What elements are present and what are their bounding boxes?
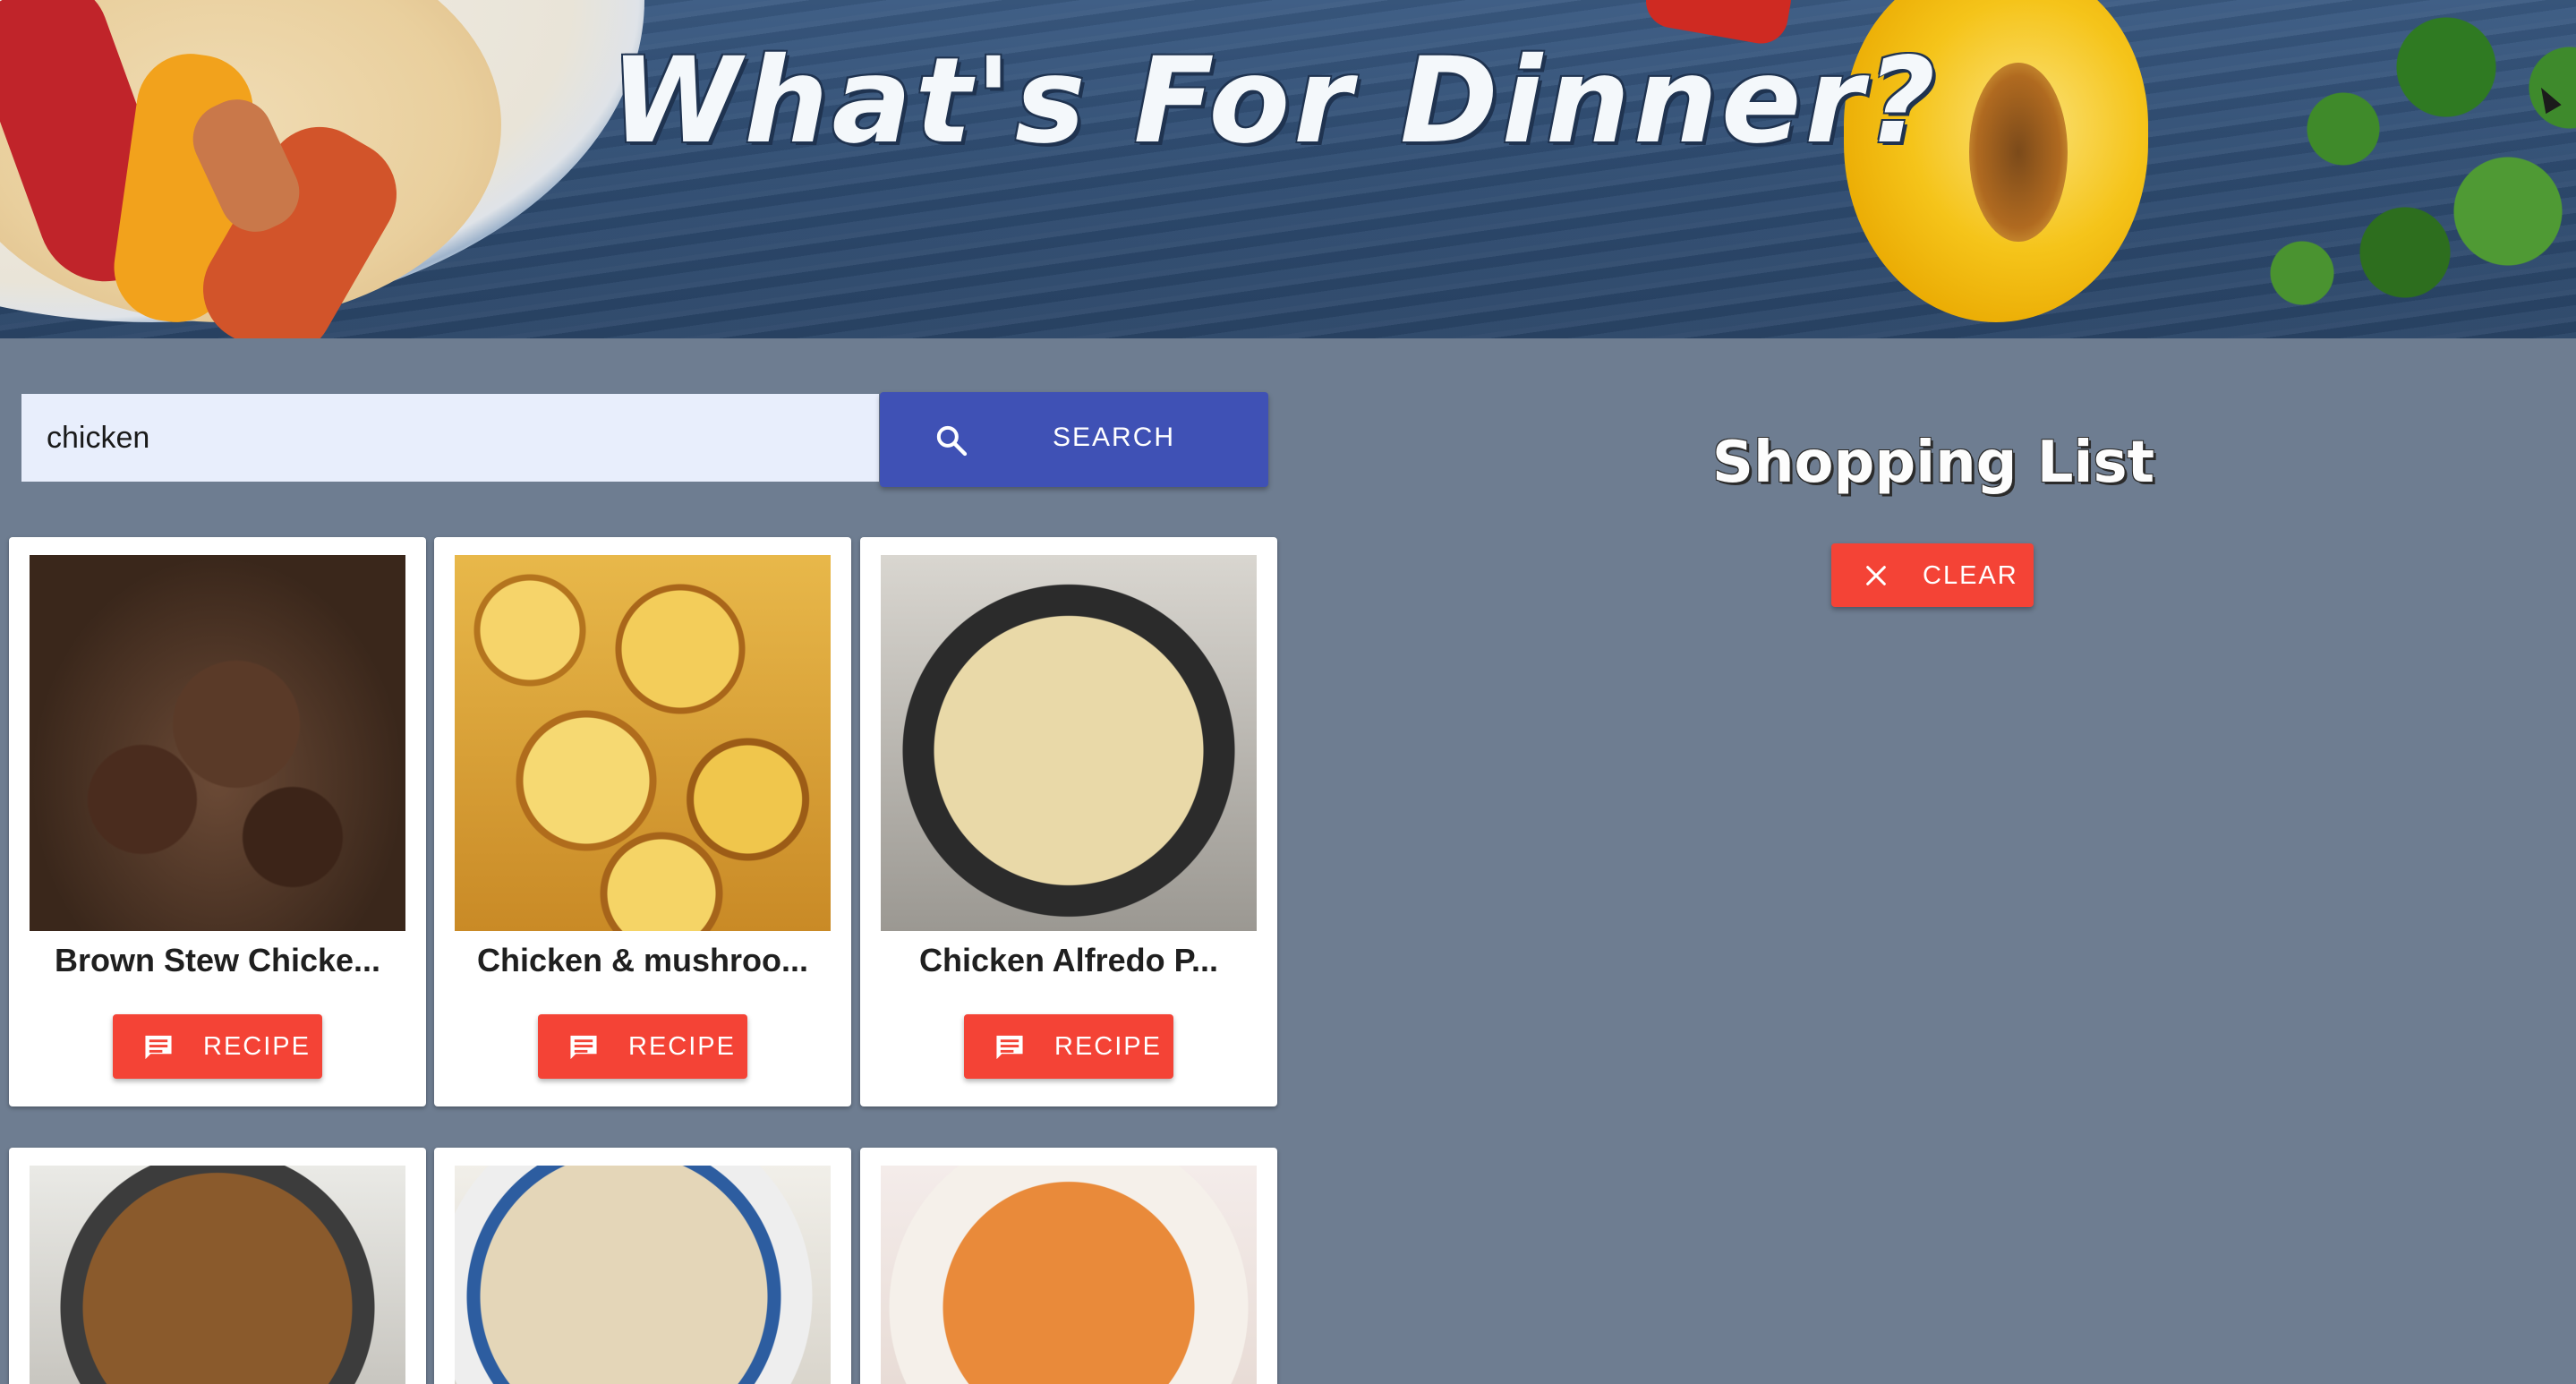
- clear-button-label: CLEAR: [1923, 561, 2018, 590]
- recipe-card: [434, 1148, 851, 1384]
- recipe-card: [9, 1148, 426, 1384]
- recipe-title: Brown Stew Chicke...: [54, 942, 381, 978]
- recipe-button-label: RECIPE: [203, 1032, 311, 1061]
- recipe-card: Brown Stew Chicke... RECIPE: [9, 537, 426, 1106]
- chat-bubble-icon: [570, 1035, 597, 1060]
- recipe-image: [881, 1166, 1257, 1384]
- close-icon: [1866, 566, 1886, 585]
- recipe-image: [455, 555, 831, 931]
- recipe-image: [30, 1166, 405, 1384]
- chat-bubble-icon: [145, 1035, 172, 1060]
- search-icon: [936, 425, 968, 457]
- recipe-image: [30, 555, 405, 931]
- shopping-list-title: Shopping List: [1711, 430, 2155, 496]
- recipe-card: [860, 1148, 1277, 1384]
- recipe-button[interactable]: RECIPE: [113, 1014, 322, 1079]
- chat-bubble-icon: [996, 1035, 1023, 1060]
- recipe-button-label: RECIPE: [1054, 1032, 1162, 1061]
- recipe-button[interactable]: RECIPE: [538, 1014, 747, 1079]
- header-banner: What's For Dinner?: [0, 0, 2576, 338]
- clear-button[interactable]: CLEAR: [1831, 543, 2034, 607]
- recipe-button[interactable]: RECIPE: [964, 1014, 1173, 1079]
- search-button-label: SEARCH: [1053, 423, 1176, 452]
- recipe-card: Chicken Alfredo P... RECIPE: [860, 537, 1277, 1106]
- recipe-title: Chicken & mushroo...: [476, 942, 809, 978]
- search-button[interactable]: SEARCH: [880, 392, 1268, 487]
- recipe-card: Chicken & mushroo... RECIPE: [434, 537, 851, 1106]
- recipe-image: [881, 555, 1257, 931]
- recipe-image: [455, 1166, 831, 1384]
- search-input[interactable]: [21, 394, 879, 482]
- recipe-title: Chicken Alfredo P...: [918, 942, 1219, 978]
- recipe-button-label: RECIPE: [628, 1032, 736, 1061]
- page-title: What's For Dinner?: [610, 32, 1940, 170]
